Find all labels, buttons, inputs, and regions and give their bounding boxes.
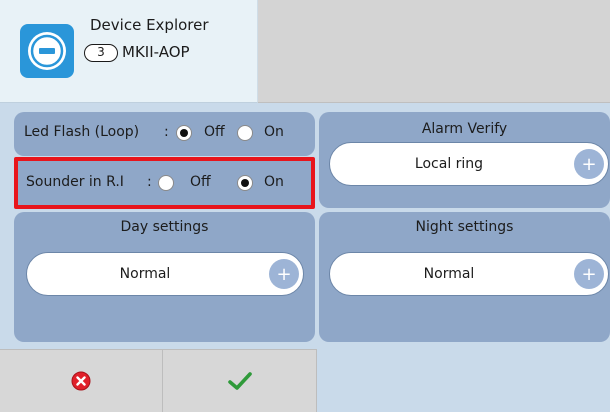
day-settings-plus-icon[interactable]: +: [269, 259, 299, 289]
night-settings-value: Normal: [423, 266, 475, 282]
device-model: MKII-AOP: [122, 43, 190, 61]
confirm-button[interactable]: [163, 349, 317, 412]
led-flash-on-radio[interactable]: [237, 125, 253, 141]
alarm-verify-select[interactable]: Local ring +: [329, 142, 609, 186]
cancel-button[interactable]: [0, 349, 163, 412]
device-title: Device Explorer: [90, 16, 209, 34]
night-settings-plus-icon[interactable]: +: [574, 259, 604, 289]
header-blank-area: [258, 0, 610, 103]
led-flash-off-radio[interactable]: [176, 125, 192, 141]
led-flash-label: Led Flash (Loop): [24, 124, 140, 140]
led-flash-off-label: Off: [204, 124, 225, 140]
device-address-badge: 3: [84, 44, 118, 62]
day-settings-select[interactable]: Normal +: [26, 252, 304, 296]
night-settings-title: Night settings: [415, 219, 514, 235]
led-flash-row: Led Flash (Loop) : Off On: [14, 112, 315, 156]
day-settings-title: Day settings: [120, 219, 209, 235]
alarm-verify-value: Local ring: [414, 156, 484, 172]
alarm-verify-panel: Alarm Verify Local ring +: [319, 112, 610, 208]
device-logo-icon: [20, 24, 74, 78]
night-settings-panel: Night settings Normal +: [319, 212, 610, 342]
night-settings-select[interactable]: Normal +: [329, 252, 609, 296]
check-icon: [227, 372, 252, 390]
device-header: Device Explorer 3 MKII-AOP: [0, 0, 258, 103]
alarm-verify-plus-icon[interactable]: +: [574, 149, 604, 179]
led-flash-sep: :: [164, 124, 169, 140]
day-settings-value: Normal: [119, 266, 171, 282]
cancel-icon: [71, 371, 91, 391]
day-settings-panel: Day settings Normal +: [14, 212, 315, 342]
alarm-verify-title: Alarm Verify: [421, 121, 508, 137]
led-flash-on-label: On: [264, 124, 284, 140]
highlight-box: [14, 157, 315, 209]
footer-blank-area: [317, 349, 610, 412]
